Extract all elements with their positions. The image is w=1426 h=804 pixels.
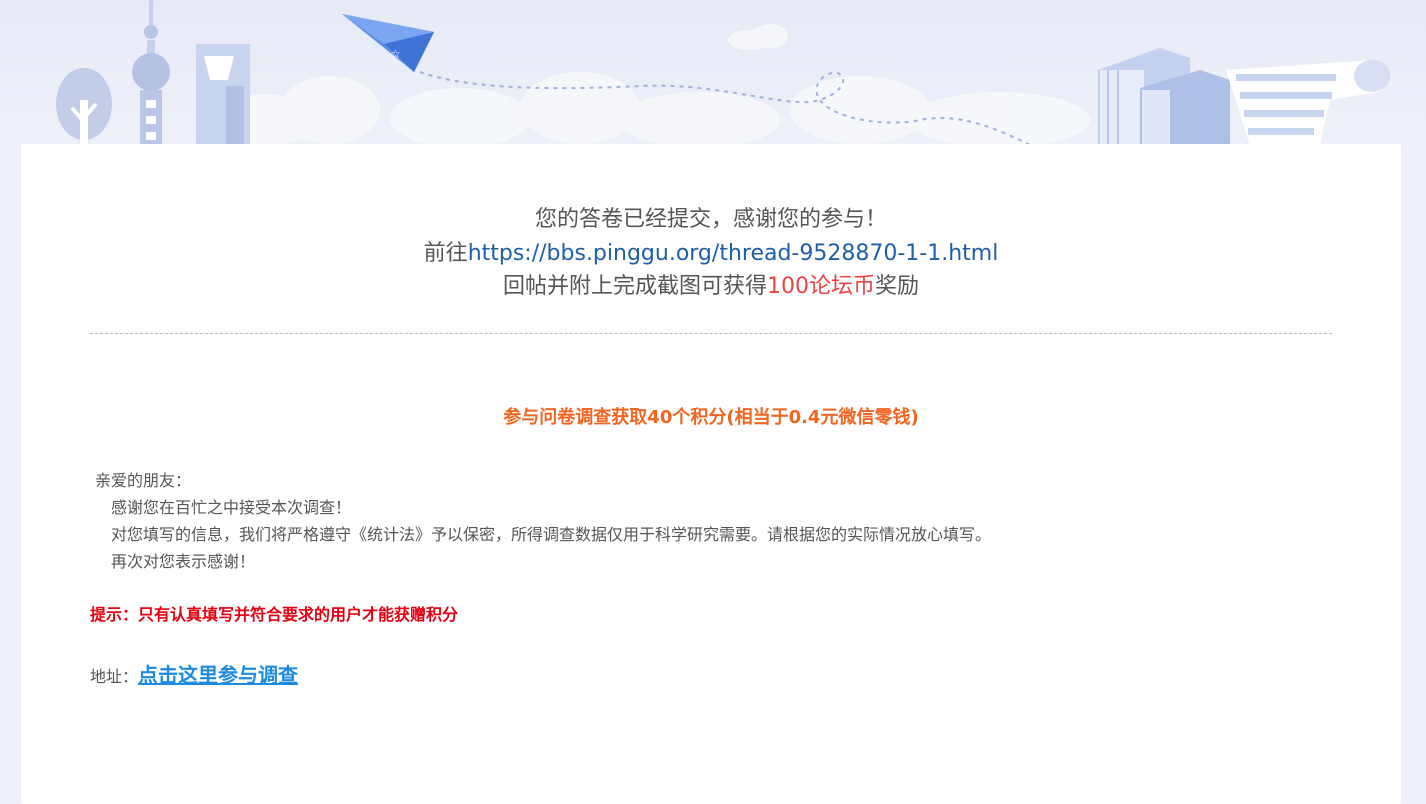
submit-confirmation-text: 您的答卷已经提交，感谢您的参与！ bbox=[534, 207, 887, 232]
reward-suffix: 奖励 bbox=[875, 274, 920, 299]
thread-link-prefix: 前往 bbox=[423, 241, 468, 266]
scroll-icon bbox=[1226, 60, 1390, 146]
reward-amount: 100论坛币 bbox=[767, 274, 875, 299]
reward-line: 回帖并附上完成截图可获得100论坛币奖励 bbox=[21, 271, 1401, 303]
books-icon bbox=[1098, 48, 1230, 150]
content-card: 您的答卷已经提交，感谢您的参与！ 前往https://bbs.pinggu.or… bbox=[21, 144, 1401, 804]
letter-greeting: 亲爱的朋友： bbox=[95, 471, 192, 490]
thread-link[interactable]: https://bbs.pinggu.org/thread-9528870-1-… bbox=[468, 241, 999, 266]
dashed-divider bbox=[90, 333, 1332, 334]
letter-line: 对您填写的信息，我们将严格遵守《统计法》予以保密，所得调查数据仅用于科学研究需要… bbox=[111, 525, 992, 544]
paper-plane-icon: ☆ bbox=[342, 14, 434, 72]
tip-text: 提示：只有认真填写并符合要求的用户才能获赠积分 bbox=[90, 605, 459, 624]
reward-prefix: 回帖并附上完成截图可获得 bbox=[502, 274, 767, 299]
header-illustration: ☆ bbox=[0, 0, 1426, 150]
survey-title: 参与问卷调查获取40个积分(相当于0.4元微信零钱) bbox=[503, 407, 919, 428]
letter-line: 再次对您表示感谢！ bbox=[111, 552, 256, 571]
skyscraper-icon bbox=[196, 44, 250, 150]
thread-link-line: 前往https://bbs.pinggu.org/thread-9528870-… bbox=[21, 238, 1401, 270]
letter-line: 感谢您在百忙之中接受本次调查！ bbox=[111, 498, 352, 517]
tree-icon bbox=[56, 68, 112, 144]
address-row: 地址：点击这里参与调查 bbox=[90, 658, 298, 694]
svg-text:☆: ☆ bbox=[390, 47, 401, 61]
tv-tower-icon bbox=[132, 0, 170, 150]
address-label: 地址： bbox=[90, 667, 139, 686]
survey-link[interactable]: 点击这里参与调查 bbox=[138, 663, 298, 687]
submit-confirmation: 您的答卷已经提交，感谢您的参与！ bbox=[21, 204, 1401, 236]
